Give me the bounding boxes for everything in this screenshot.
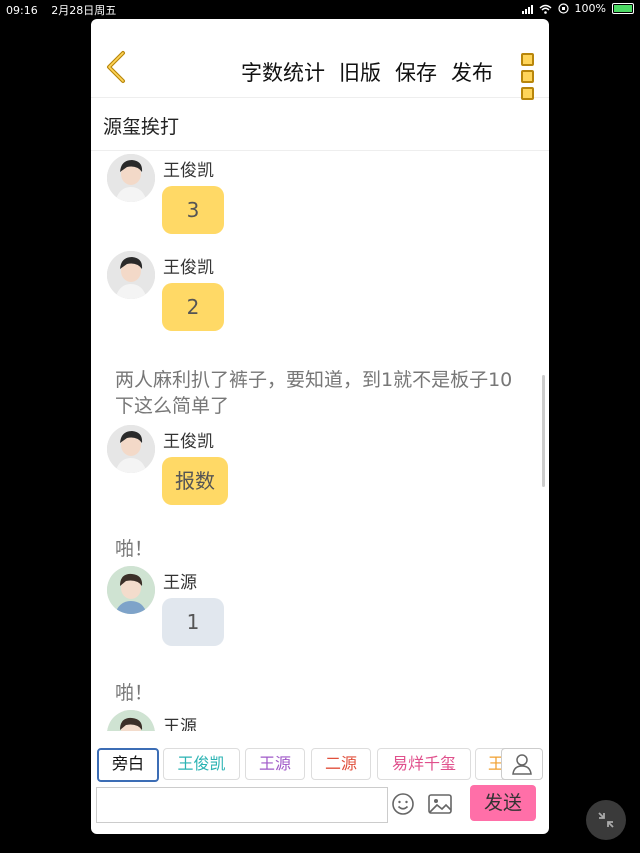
narration-text[interactable]: 啪！ [115, 536, 515, 562]
word-count-button[interactable]: 字数统计 [241, 57, 325, 87]
wifi-icon [539, 4, 552, 14]
avatar [107, 154, 155, 202]
message-bubble[interactable]: 2 [162, 283, 224, 331]
message-bubble[interactable]: 3 [162, 186, 224, 234]
user-icon [512, 754, 532, 775]
avatar [107, 425, 155, 473]
publish-button[interactable]: 发布 [451, 57, 493, 87]
avatar [107, 251, 155, 299]
collapse-button[interactable] [586, 800, 626, 840]
signal-icon [521, 4, 533, 14]
orientation-lock-icon [557, 3, 569, 14]
sender-name: 王源 [163, 573, 197, 593]
status-time: 09:16 [6, 4, 38, 17]
user-button[interactable] [501, 748, 543, 780]
battery-percent: 100% [574, 2, 606, 15]
chapter-title: 源玺挨打 [103, 116, 180, 138]
chapter-title-bar[interactable]: 源玺挨打 [91, 98, 549, 151]
role-chip-yiyangqianxi[interactable]: 易烊千玺 [377, 748, 471, 780]
send-button[interactable]: 发送 [470, 785, 536, 821]
message-bubble[interactable]: 1 [162, 598, 224, 646]
avatar [107, 566, 155, 614]
battery-icon [612, 3, 634, 14]
more-vertical-icon[interactable] [521, 53, 534, 100]
top-bar: 字数统计 旧版 保存 发布 [91, 19, 549, 100]
avatar [107, 710, 155, 731]
collapse-icon [598, 812, 614, 828]
role-chip-bar: 旁白 王俊凯 王源 二源 易烊千玺 王 [91, 739, 549, 785]
composer: 发送 [91, 785, 549, 834]
chevron-left-icon[interactable] [103, 49, 133, 85]
status-date: 2月28日周五 [51, 4, 117, 17]
status-bar: 09:16 2月28日周五 100% [0, 0, 640, 18]
role-chip-narrator[interactable]: 旁白 [97, 748, 159, 782]
narration-text[interactable]: 两人麻利扒了裤子，要知道，到1就不是板子10下这么简单了 [115, 367, 515, 419]
save-button[interactable]: 保存 [395, 57, 437, 87]
sender-name: 王俊凯 [163, 258, 214, 278]
message-input[interactable] [96, 787, 388, 823]
sender-name: 王源 [163, 717, 197, 731]
sender-name: 王俊凯 [163, 432, 214, 452]
narration-text[interactable]: 啪！ [115, 680, 515, 706]
role-chip-wangjunkai[interactable]: 王俊凯 [163, 748, 240, 780]
message-bubble[interactable]: 报数 [162, 457, 228, 505]
role-chip-wangyuan[interactable]: 王源 [245, 748, 305, 780]
scrollbar[interactable] [542, 375, 545, 487]
image-icon[interactable] [427, 791, 453, 817]
emoji-icon[interactable] [390, 791, 416, 817]
sender-name: 王俊凯 [163, 161, 214, 181]
chat-area[interactable]: 王俊凯 3 王俊凯 2 两人麻利扒了裤子，要知道，到1就不是板子10下这么简单了… [91, 151, 549, 731]
role-chip-eryuan[interactable]: 二源 [311, 748, 371, 780]
old-version-button[interactable]: 旧版 [339, 57, 381, 87]
editor-panel: 字数统计 旧版 保存 发布 源玺挨打 王俊凯 3 王俊凯 2 两人麻利扒了裤子，… [91, 19, 549, 834]
